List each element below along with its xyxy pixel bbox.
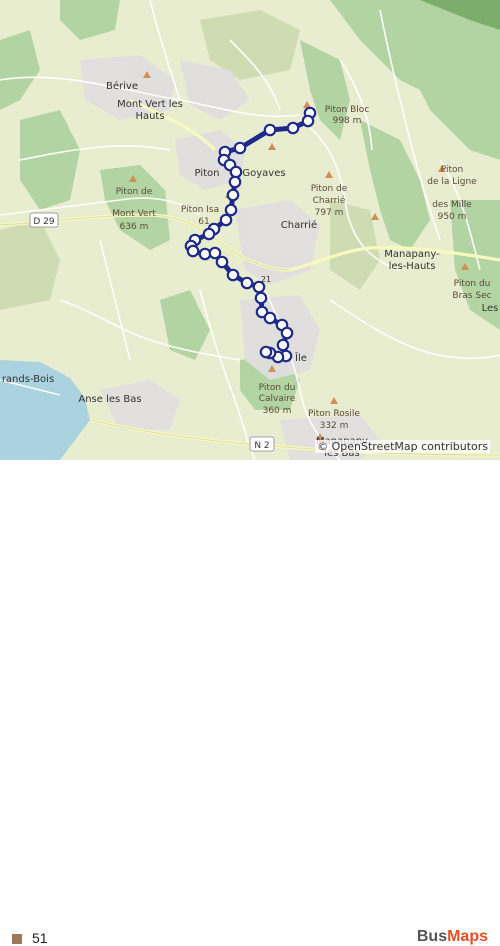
- svg-text:Piton: Piton: [441, 165, 463, 175]
- place-label-mont-vert-les-hauts-2: Hauts: [135, 111, 164, 122]
- svg-text:Piton Bloc: Piton Bloc: [325, 105, 370, 115]
- bus-stop[interactable]: [224, 203, 238, 217]
- place-label-les: Les: [482, 303, 499, 314]
- map-canvas: D 29 N 2 21 Bérive Mont Vert les Hauts P…: [0, 0, 500, 460]
- svg-text:332 m: 332 m: [320, 421, 349, 431]
- bus-stop[interactable]: [198, 247, 212, 261]
- place-label-berive: Bérive: [106, 80, 138, 92]
- line-number-label: 51: [32, 930, 48, 946]
- brand-bus: Bus: [416, 928, 448, 945]
- peak-label-piton-charrie: Piton de Charrié 797 m: [311, 184, 348, 218]
- bus-stop[interactable]: [215, 255, 229, 269]
- bus-stop[interactable]: [228, 175, 242, 189]
- place-label-manapany-les-hauts: Manapany-: [384, 249, 440, 260]
- bus-stop[interactable]: [276, 338, 290, 352]
- svg-text:950 m: 950 m: [438, 212, 467, 222]
- place-label-grands-bois: rands-Bois: [2, 374, 54, 385]
- bus-stop[interactable]: [263, 311, 277, 325]
- place-label-mont-vert-les-hauts: Mont Vert les: [117, 99, 183, 110]
- svg-text:Piton Isa: Piton Isa: [181, 205, 219, 215]
- map-attribution[interactable]: © OpenStreetMap contributors: [315, 440, 490, 453]
- road-shield-d29: D 29: [29, 212, 59, 228]
- bus-stop[interactable]: [263, 123, 277, 137]
- line-color-swatch: [12, 934, 22, 944]
- svg-text:Calvaire: Calvaire: [259, 394, 296, 404]
- bus-stop[interactable]: [208, 246, 222, 260]
- brand-maps: Maps: [447, 928, 488, 945]
- svg-text:Piton Rosile: Piton Rosile: [308, 409, 360, 419]
- svg-text:Bras Sec: Bras Sec: [452, 291, 491, 301]
- svg-text:de la Ligne: de la Ligne: [427, 177, 477, 187]
- bus-stop[interactable]: [229, 165, 243, 179]
- bus-stop[interactable]: [254, 291, 268, 305]
- place-label-charrie: Charrié: [281, 219, 317, 231]
- bus-stop[interactable]: [252, 280, 266, 294]
- svg-text:Piton du: Piton du: [454, 279, 491, 289]
- svg-text:Piton de: Piton de: [311, 184, 348, 194]
- bus-stop[interactable]: [301, 114, 315, 128]
- svg-text:N 2: N 2: [254, 441, 269, 451]
- road-shield-n2: N 2: [249, 436, 275, 452]
- svg-text:797 m: 797 m: [315, 208, 344, 218]
- svg-text:D 29: D 29: [33, 217, 55, 227]
- svg-text:Piton du: Piton du: [259, 383, 296, 393]
- bus-stop[interactable]: [240, 276, 254, 290]
- bus-stop[interactable]: [226, 268, 240, 282]
- svg-text:des Mille: des Mille: [432, 200, 472, 210]
- bus-stop[interactable]: [226, 188, 240, 202]
- bus-stop[interactable]: [280, 326, 294, 340]
- svg-text:Mont Vert: Mont Vert: [112, 209, 156, 219]
- svg-text:998 m: 998 m: [333, 116, 362, 126]
- bus-stop[interactable]: [219, 213, 233, 227]
- svg-text:636 m: 636 m: [120, 222, 149, 232]
- svg-text:Charrié: Charrié: [313, 195, 346, 206]
- svg-text:360 m: 360 m: [263, 406, 292, 416]
- busmaps-logo[interactable]: BusMaps: [417, 928, 488, 946]
- bus-stop[interactable]: [202, 227, 216, 241]
- bus-stop[interactable]: [259, 345, 273, 359]
- place-label-piton: Piton: [195, 168, 220, 179]
- bus-stop[interactable]: [233, 141, 247, 155]
- place-label-anse-les-bas: Anse les Bas: [78, 394, 141, 405]
- place-label-manapany-les-hauts-2: les-Hauts: [389, 261, 436, 272]
- map-view[interactable]: D 29 N 2 21 Bérive Mont Vert les Hauts P…: [0, 0, 500, 460]
- place-label-ile: Île: [294, 351, 307, 364]
- bus-stop[interactable]: [186, 244, 200, 258]
- peak-label-piton-calvaire: Piton du Calvaire 360 m: [259, 383, 296, 416]
- svg-text:61: 61: [198, 217, 209, 227]
- bus-stop[interactable]: [286, 121, 300, 135]
- place-label-goyaves: Goyaves: [242, 168, 285, 179]
- svg-text:Piton de: Piton de: [116, 187, 153, 197]
- footer-bar: 51 BusMaps: [0, 460, 500, 946]
